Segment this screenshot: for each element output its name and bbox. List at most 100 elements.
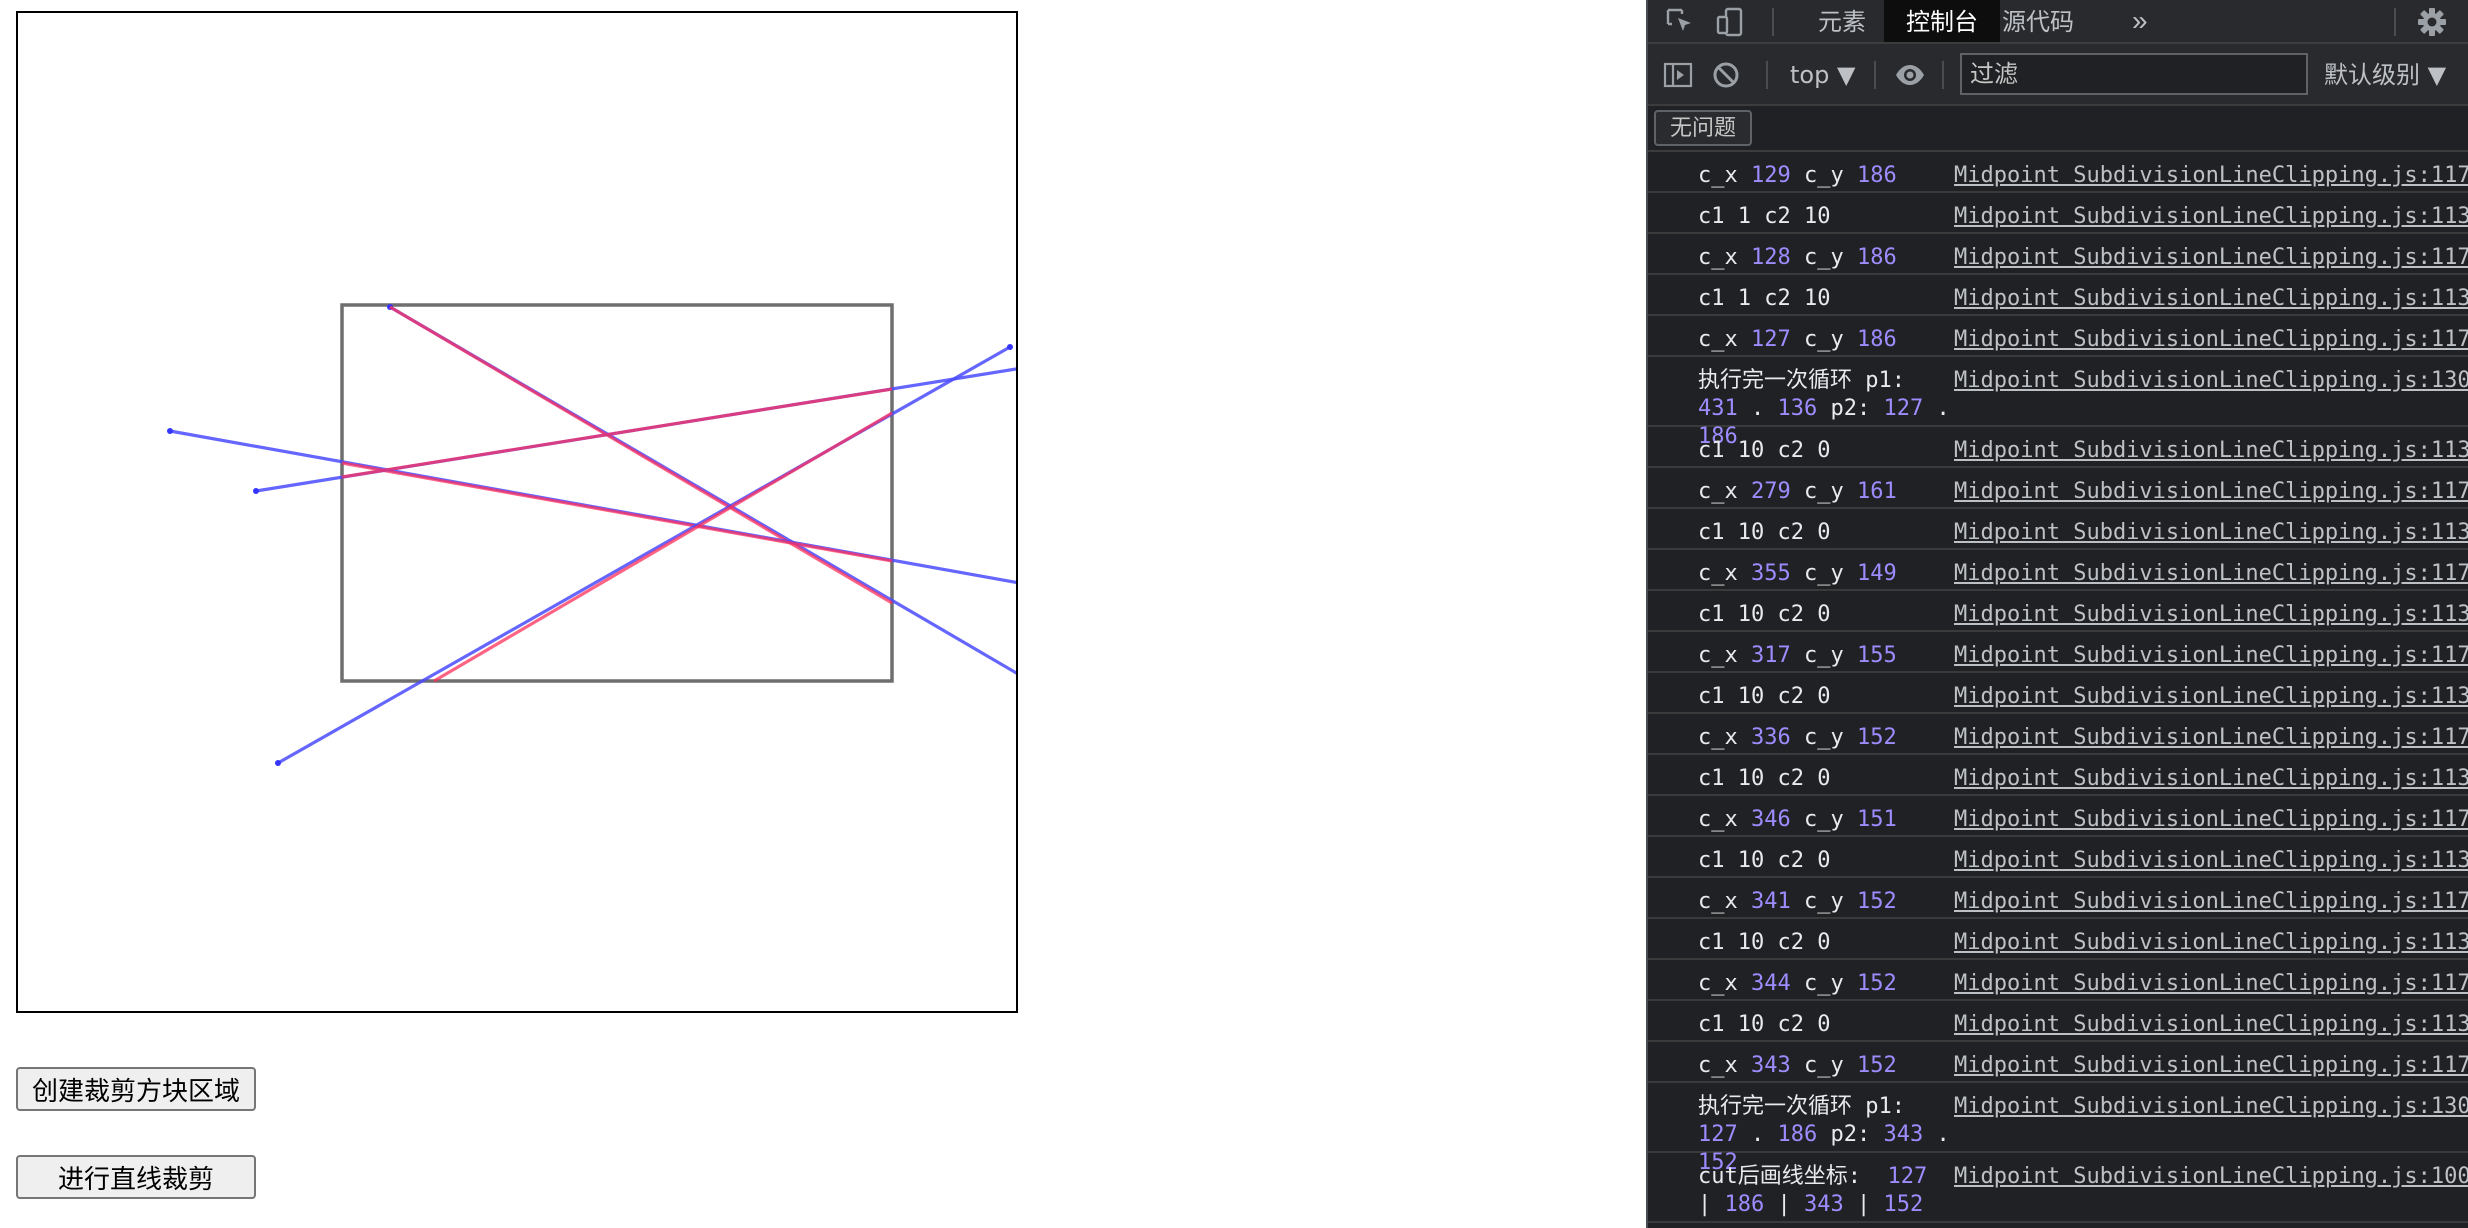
console-message-text: c_x 127 c_y 186 bbox=[1698, 326, 1952, 354]
message-text: 执行完一次循环 p1: bbox=[1698, 368, 1905, 393]
source-link[interactable]: Midpoint SubdivisionLineClipping.js:113 bbox=[1954, 519, 2468, 547]
message-number: 186 bbox=[1856, 327, 1897, 352]
message-text: c_y bbox=[1790, 971, 1857, 996]
source-link[interactable]: Midpoint SubdivisionLineClipping.js:113 bbox=[1954, 847, 2468, 875]
console-message-text: c1 10 c2 0 bbox=[1698, 683, 1952, 711]
device-toolbar-icon[interactable] bbox=[1714, 6, 1746, 38]
source-link[interactable]: Midpoint SubdivisionLineClipping.js:100 bbox=[1954, 1163, 2468, 1191]
line-endpoint bbox=[167, 428, 173, 434]
message-text: c1 10 c2 0 bbox=[1698, 1012, 1831, 1037]
message-text: c_x bbox=[1698, 807, 1751, 832]
source-link[interactable]: Midpoint SubdivisionLineClipping.js:130 bbox=[1954, 367, 2468, 395]
console-message-text: c1 1 c2 10 bbox=[1698, 203, 1952, 231]
message-number: 129 bbox=[1750, 163, 1791, 188]
source-link[interactable]: Midpoint SubdivisionLineClipping.js:117 bbox=[1954, 1052, 2468, 1080]
message-text: c_y bbox=[1790, 807, 1857, 832]
source-link[interactable]: Midpoint SubdivisionLineClipping.js:113 bbox=[1954, 285, 2468, 313]
context-selector[interactable]: top ▼ bbox=[1790, 58, 1855, 92]
source-link[interactable]: Midpoint SubdivisionLineClipping.js:117 bbox=[1954, 888, 2468, 916]
source-link[interactable]: Midpoint SubdivisionLineClipping.js:113 bbox=[1954, 1011, 2468, 1039]
create-clip-region-button[interactable]: 创建裁剪方块区域 bbox=[16, 1067, 256, 1111]
console-message-text: c1 10 c2 0 bbox=[1698, 519, 1952, 547]
source-link[interactable]: Midpoint SubdivisionLineClipping.js:117 bbox=[1954, 326, 2468, 354]
message-number: 186 bbox=[1777, 1122, 1818, 1147]
clip-lines-button[interactable]: 进行直线裁剪 bbox=[16, 1155, 256, 1199]
eye-icon[interactable] bbox=[1894, 59, 1926, 91]
message-text: c1 10 c2 0 bbox=[1698, 520, 1831, 545]
message-number: 343 bbox=[1750, 1053, 1791, 1078]
inspect-element-icon[interactable] bbox=[1664, 6, 1696, 38]
tab-sources[interactable]: 源代码 bbox=[1980, 0, 2096, 42]
message-number: 152 bbox=[1883, 1192, 1924, 1217]
message-number: 127 bbox=[1750, 327, 1791, 352]
issues-button[interactable]: 无问题 bbox=[1654, 110, 1753, 146]
console-message-text: c_x 317 c_y 155 bbox=[1698, 642, 1952, 670]
source-link[interactable]: Midpoint SubdivisionLineClipping.js:113 bbox=[1954, 203, 2468, 231]
message-text: cut后画线坐标: bbox=[1698, 1164, 1888, 1189]
console-message-text: cut后画线坐标: 127 | 186 | 343 | 152 bbox=[1698, 1163, 1952, 1219]
console-message: c_x 341 c_y 152 Midpoint SubdivisionLineC… bbox=[1648, 878, 2468, 919]
console-message-text: c_x 128 c_y 186 bbox=[1698, 244, 1952, 272]
console-message: c1 10 c2 0 Midpoint SubdivisionLineClippi… bbox=[1648, 427, 2468, 468]
console-message: c1 10 c2 0 Midpoint SubdivisionLineClippi… bbox=[1648, 837, 2468, 878]
clear-console-icon[interactable] bbox=[1710, 59, 1742, 91]
line-endpoint bbox=[253, 488, 259, 494]
source-link[interactable]: Midpoint SubdivisionLineClipping.js:117 bbox=[1954, 724, 2468, 752]
sidebar-toggle-icon[interactable] bbox=[1662, 59, 1694, 91]
source-link[interactable]: Midpoint SubdivisionLineClipping.js:113 bbox=[1954, 601, 2468, 629]
message-text: c1 10 c2 0 bbox=[1698, 602, 1831, 627]
issues-bar: 无问题 bbox=[1648, 106, 2468, 152]
message-text: c_y bbox=[1790, 643, 1857, 668]
console-message-text: c_x 344 c_y 152 bbox=[1698, 970, 1952, 998]
source-link[interactable]: Midpoint SubdivisionLineClipping.js:117 bbox=[1954, 244, 2468, 272]
console-message-text: c_x 129 c_y 186 bbox=[1698, 162, 1952, 190]
console-message-text: c_x 341 c_y 152 bbox=[1698, 888, 1952, 916]
console-message: c1 1 c2 10 Midpoint SubdivisionLineClippi… bbox=[1648, 193, 2468, 234]
canvas-drawing bbox=[167, 303, 1016, 766]
tab-elements[interactable]: 元素 bbox=[1796, 0, 1888, 42]
message-text: c_x bbox=[1698, 725, 1751, 750]
console-message-text: c_x 346 c_y 151 bbox=[1698, 806, 1952, 834]
filter-input[interactable] bbox=[1960, 53, 2308, 95]
tab-divider bbox=[2394, 8, 2396, 36]
console-message: c_x 129 c_y 186 Midpoint SubdivisionLineC… bbox=[1648, 152, 2468, 193]
message-text: . bbox=[1923, 1122, 1963, 1147]
clipped-line bbox=[341, 387, 893, 479]
message-text: c_x bbox=[1698, 643, 1751, 668]
gear-icon[interactable] bbox=[2416, 6, 2448, 38]
message-number: 151 bbox=[1856, 807, 1897, 832]
source-link[interactable]: Midpoint SubdivisionLineClipping.js:117 bbox=[1954, 560, 2468, 588]
log-level-selector[interactable]: 默认级别 ▼ bbox=[2324, 58, 2446, 92]
message-text: c_x bbox=[1698, 971, 1751, 996]
message-number: 127 bbox=[1887, 1164, 1928, 1189]
message-number: 152 bbox=[1856, 971, 1897, 996]
source-link[interactable]: Midpoint SubdivisionLineClipping.js:113 bbox=[1954, 765, 2468, 793]
source-link[interactable]: Midpoint SubdivisionLineClipping.js:113 bbox=[1954, 437, 2468, 465]
more-tabs-icon[interactable]: » bbox=[2132, 0, 2148, 42]
source-link[interactable]: Midpoint SubdivisionLineClipping.js:113 bbox=[1954, 683, 2468, 711]
toolbar-divider bbox=[1874, 61, 1876, 89]
original-line bbox=[255, 367, 1016, 493]
source-link[interactable]: Midpoint SubdivisionLineClipping.js:117 bbox=[1954, 478, 2468, 506]
source-link[interactable]: Midpoint SubdivisionLineClipping.js:117 bbox=[1954, 806, 2468, 834]
console-message: c_x 355 c_y 149 Midpoint SubdivisionLineC… bbox=[1648, 550, 2468, 591]
console-message: c1 10 c2 0 Midpoint SubdivisionLineClippi… bbox=[1648, 919, 2468, 960]
message-text: c1 10 c2 0 bbox=[1698, 438, 1831, 463]
console-message: c_x 346 c_y 151 Midpoint SubdivisionLineC… bbox=[1648, 796, 2468, 837]
message-text: c_y bbox=[1790, 889, 1857, 914]
source-link[interactable]: Midpoint SubdivisionLineClipping.js:113 bbox=[1954, 929, 2468, 957]
message-number: 149 bbox=[1856, 561, 1897, 586]
source-link[interactable]: Midpoint SubdivisionLineClipping.js:117 bbox=[1954, 642, 2468, 670]
console-message: c1 10 c2 0 Midpoint SubdivisionLineClippi… bbox=[1648, 755, 2468, 796]
drawing-canvas[interactable] bbox=[16, 11, 1018, 1013]
source-link[interactable]: Midpoint SubdivisionLineClipping.js:117 bbox=[1954, 970, 2468, 998]
console-message: c1 10 c2 0 Midpoint SubdivisionLineClippi… bbox=[1648, 509, 2468, 550]
tab-divider bbox=[1772, 8, 1774, 36]
message-number: 152 bbox=[1856, 725, 1897, 750]
message-text: c1 1 c2 10 bbox=[1698, 204, 1831, 229]
source-link[interactable]: Midpoint SubdivisionLineClipping.js:130 bbox=[1954, 1093, 2468, 1121]
message-text: c_x bbox=[1698, 479, 1751, 504]
message-text: c_x bbox=[1698, 561, 1751, 586]
source-link[interactable]: Midpoint SubdivisionLineClipping.js:117 bbox=[1954, 162, 2468, 190]
console-message: c_x 344 c_y 152 Midpoint SubdivisionLineC… bbox=[1648, 960, 2468, 1001]
